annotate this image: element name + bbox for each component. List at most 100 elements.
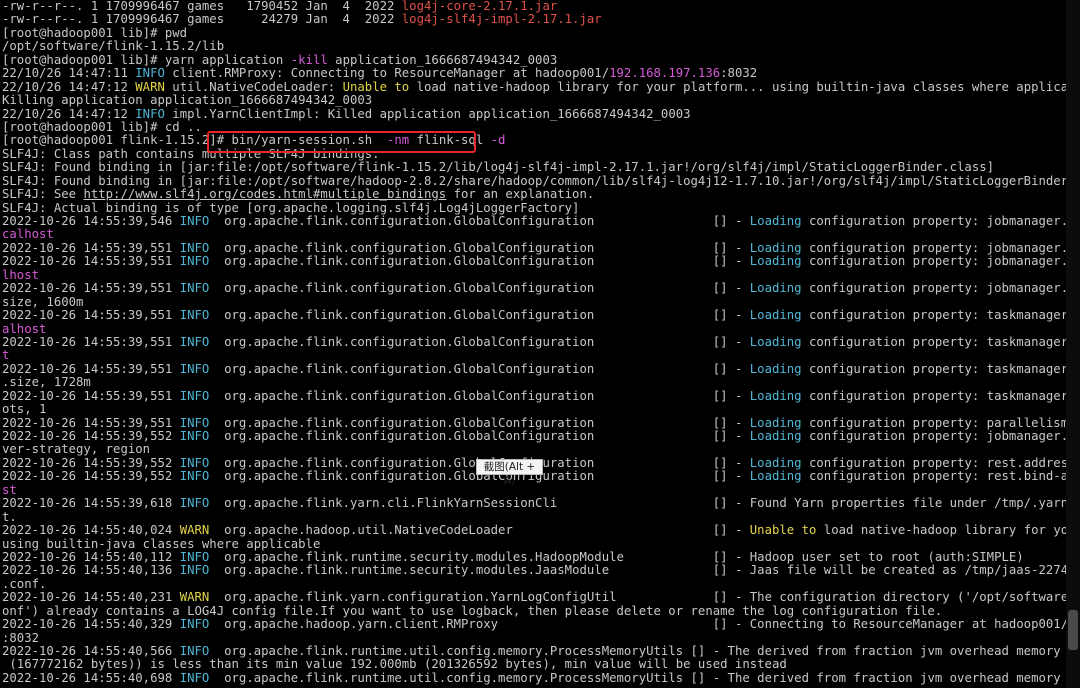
terminal-output[interactable]: -rw-r--r--. 1 1709996467 games 1790452 J… — [0, 0, 1066, 688]
terminal-line: lhost — [2, 269, 1066, 282]
terminal-text-segment: 2022-10-26 14:55:40,566 — [2, 645, 180, 658]
terminal-text-segment: 2022-10-26 14:55:39,551 — [2, 282, 180, 296]
terminal-text-segment: org.apache.flink.configuration.GlobalCon… — [209, 241, 750, 255]
terminal-text-segment: INFO — [179, 241, 210, 255]
terminal-text-segment: configuration property: jobmanager.bind-… — [808, 255, 1066, 269]
terminal-text-segment: org.apache.flink.configuration.GlobalCon… — [209, 215, 750, 228]
terminal-line: 2022-10-26 14:55:39,551 INFO org.apache.… — [2, 282, 1066, 295]
terminal-text-segment: org.apache.hadoop.util.NativeCodeLoader … — [209, 524, 750, 538]
terminal-text-segment: .size, 1728m — [2, 376, 91, 390]
terminal-text-segment: t. — [2, 510, 17, 524]
terminal-line: 2022-10-26 14:55:39,546 INFO org.apache.… — [2, 215, 1066, 228]
terminal-text-segment: flink-sql — [409, 134, 491, 148]
terminal-line: using builtin-java classes where applica… — [2, 538, 1066, 551]
terminal-text-segment: SLF4J: Class path contains multiple SLF4… — [2, 147, 380, 161]
terminal-text-segment: Loading — [749, 362, 802, 376]
terminal-text-segment: org.apache.flink.runtime.security.module… — [209, 550, 1024, 564]
terminal-text-segment: INFO — [179, 645, 210, 658]
terminal-text-segment: 2022-10-26 14:55:39,551 — [2, 389, 180, 403]
terminal-text-segment: 2022-10-26 14:55:40,112 — [2, 550, 180, 564]
terminal-line: [root@hadoop001 lib]# yarn application -… — [2, 54, 1066, 67]
terminal-text-segment: 2022-10-26 14:55:39,551 — [2, 255, 180, 269]
terminal-text-segment: INFO — [179, 550, 210, 564]
terminal-text-segment: INFO — [179, 430, 210, 443]
scrollbar-thumb[interactable] — [1068, 610, 1078, 650]
terminal-text-segment: org.apache.flink.configuration.GlobalCon… — [209, 255, 750, 269]
terminal-text-segment: Loading — [749, 215, 802, 228]
terminal-text-segment: 2022-10-26 14:55:40,136 — [2, 564, 180, 578]
terminal-text-segment: org.apache.flink.configuration.GlobalCon… — [209, 335, 750, 349]
terminal-text-segment: org.apache.hadoop.yarn.client.RMProxy []… — [209, 618, 1066, 632]
terminal-text-segment: -nm — [386, 134, 410, 148]
screenshot-tooltip: 截图(Alt + A) — [476, 459, 543, 487]
terminal-text-segment: log4j-core-2.17.1.jar — [401, 0, 558, 13]
terminal-text-segment: INFO — [179, 309, 210, 323]
terminal-text-segment: INFO — [179, 255, 210, 269]
terminal-line: 2022-10-26 14:55:40,024 WARN org.apache.… — [2, 524, 1066, 537]
terminal-text-segment: 2022-10-26 14:55:39,552 — [2, 430, 180, 443]
terminal-text-segment: load native-hadoop library for your plat… — [409, 80, 1066, 94]
terminal-text-segment: onf') already contains a LOG4J config fi… — [2, 604, 943, 618]
terminal-line: 22/10/26 14:47:12 WARN util.NativeCodeLo… — [2, 81, 1066, 94]
terminal-text-segment: configuration property: parallelism.defa… — [808, 416, 1066, 430]
terminal-text-segment: impl.YarnClientImpl: Killed application … — [164, 107, 691, 121]
terminal-text-segment: 2022-10-26 14:55:39,551 — [2, 416, 180, 430]
terminal-line: calhost — [2, 228, 1066, 241]
terminal-line: t. — [2, 511, 1066, 524]
terminal-text-segment: st — [2, 483, 17, 497]
terminal-text-segment: configuration property: jobmanager.execu… — [808, 430, 1066, 443]
terminal-line: size, 1600m — [2, 296, 1066, 309]
terminal-text-segment: ots, 1 — [2, 403, 47, 417]
terminal-text-segment: 2022-10-26 14:55:40,698 — [2, 671, 180, 685]
terminal-text-segment: Killing application application_16666874… — [2, 94, 373, 108]
terminal-text-segment: SLF4J: Found binding in [jar:file:/opt/s… — [2, 161, 995, 175]
terminal-line: 2022-10-26 14:55:40,566 INFO org.apache.… — [2, 645, 1066, 658]
terminal-text-segment: 22/10/26 14:47:12 — [2, 107, 136, 121]
terminal-text-segment: Unable to — [749, 524, 817, 538]
terminal-text-segment[interactable]: http://www.slf4j.org/codes.html#multiple… — [83, 188, 446, 201]
terminal-text-segment: ver-strategy, region — [2, 443, 151, 457]
terminal-text-segment: Loading — [749, 255, 802, 269]
terminal-text-segment: 2022-10-26 14:55:40,024 — [2, 524, 180, 538]
terminal-line: 2022-10-26 14:55:40,698 INFO org.apache.… — [2, 672, 1066, 685]
terminal-text-segment: 192.168.197.136 — [609, 67, 721, 81]
terminal-text-segment: org.apache.flink.configuration.GlobalCon… — [209, 282, 750, 296]
terminal-line: -rw-r--r--. 1 1709996467 games 1790452 J… — [2, 0, 1066, 13]
terminal-line: 2022-10-26 14:55:39,551 INFO org.apache.… — [2, 309, 1066, 322]
terminal-text-segment: SLF4J: Found binding in [jar:file:/opt/s… — [2, 174, 1066, 188]
terminal-text-segment: WARN — [135, 80, 165, 94]
terminal-text-segment: INFO — [179, 470, 210, 484]
terminal-text-segment: /opt/software/flink-1.15.2/lib — [2, 40, 225, 54]
terminal-text-segment: INFO — [179, 215, 210, 228]
terminal-text-segment: lhost — [2, 268, 40, 282]
terminal-line: SLF4J: See http://www.slf4j.org/codes.ht… — [2, 188, 1066, 201]
terminal-text-segment: [root@hadoop001 lib]# yarn application — [2, 53, 291, 67]
terminal-line: 2022-10-26 14:55:39,551 INFO org.apache.… — [2, 242, 1066, 255]
terminal-text-segment: Loading — [749, 416, 802, 430]
terminal-text-segment: 2022-10-26 14:55:40,231 — [2, 591, 180, 605]
terminal-text-segment: 2022-10-26 14:55:39,551 — [2, 241, 180, 255]
terminal-line: 2022-10-26 14:55:40,112 INFO org.apache.… — [2, 551, 1066, 564]
terminal-line: .size, 1728m — [2, 376, 1066, 389]
terminal-text-segment: INFO — [179, 618, 210, 632]
terminal-text-segment: .conf. — [2, 577, 47, 591]
terminal-text-segment: application_1666687494342_0003 — [327, 53, 558, 67]
terminal-text-segment: 2022-10-26 14:55:39,551 — [2, 309, 180, 323]
terminal-text-segment: (167772162 bytes)) is less than its min … — [2, 658, 787, 672]
terminal-text-segment: org.apache.flink.yarn.configuration.Yarn… — [224, 591, 1066, 605]
terminal-text-segment: -rw-r--r--. 1 1709996467 games 1790452 J… — [2, 0, 402, 13]
terminal-line: Killing application application_16666874… — [2, 94, 1066, 107]
terminal-line: SLF4J: Found binding in [jar:file:/opt/s… — [2, 175, 1066, 188]
terminal-text-segment: 2022-10-26 14:55:39,552 — [2, 456, 180, 470]
terminal-text-segment: -rw-r--r--. 1 1709996467 games 24279 Jan… — [2, 13, 402, 27]
terminal-text-segment: configuration property: jobmanager.rpc.p… — [808, 241, 1066, 255]
terminal-text-segment: [root@hadoop001 lib]# cd .. — [2, 120, 202, 134]
terminal-text-segment: INFO — [179, 335, 210, 349]
terminal-line: SLF4J: Actual binding is of type [org.ap… — [2, 202, 1066, 215]
terminal-text-segment: org.apache.flink.runtime.util.config.mem… — [209, 645, 1066, 658]
vertical-scrollbar[interactable] — [1066, 0, 1080, 688]
terminal-text-segment: INFO — [135, 107, 165, 121]
terminal-text-segment: WARN — [179, 591, 210, 605]
terminal-text-segment: using builtin-java classes where applica… — [2, 537, 321, 551]
terminal-text-segment: Loading — [749, 430, 802, 443]
